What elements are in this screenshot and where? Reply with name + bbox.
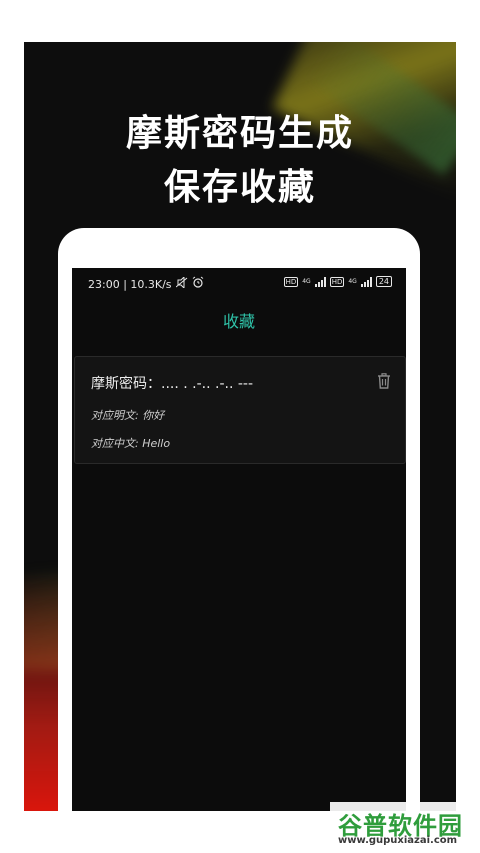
mute-icon xyxy=(175,275,188,292)
page-title: 收藏 xyxy=(222,312,255,331)
hd-icon: HD xyxy=(283,276,299,287)
morse-code-text: 摩斯密码：.... . .-.. .-.. --- xyxy=(91,376,254,392)
battery-level: 24 xyxy=(378,277,389,286)
signal-icon xyxy=(314,276,326,287)
favorite-card[interactable]: 摩斯密码：.... . .-.. .-.. --- 对应明文: 你好 对应中文:… xyxy=(74,356,406,464)
network-label: 4G xyxy=(348,278,357,285)
status-time-speed: 23:00 | 10.3K/s xyxy=(88,277,172,291)
watermark: 谷普软件园 www.gupuxiazai.com xyxy=(330,802,480,853)
status-bar: 23:00 | 10.3K/s HD 4G HD 4G 24 xyxy=(72,268,406,298)
alarm-icon xyxy=(192,276,204,292)
battery-icon: 24 xyxy=(375,276,392,287)
promo-headline: 摩斯密码生成 xyxy=(125,113,354,154)
phone-screen: 23:00 | 10.3K/s HD 4G HD 4G 24 收藏 摩斯密码：.… xyxy=(72,268,406,811)
promo-canvas: 摩斯密码生成 保存收藏 23:00 | 10.3K/s HD 4G HD 4G … xyxy=(24,42,456,811)
trash-icon[interactable] xyxy=(377,373,391,389)
hd-icon: HD xyxy=(329,276,345,287)
plaintext-line: 对应明文: 你好 xyxy=(91,409,165,422)
chinese-line: 对应中文: Hello xyxy=(91,437,171,450)
signal-icon xyxy=(360,276,372,287)
phone-frame: 23:00 | 10.3K/s HD 4G HD 4G 24 收藏 摩斯密码：.… xyxy=(58,228,420,811)
status-right: HD 4G HD 4G 24 xyxy=(283,276,392,287)
status-left: 23:00 | 10.3K/s xyxy=(88,275,204,292)
watermark-url: www.gupuxiazai.com xyxy=(338,835,458,846)
network-label: 4G xyxy=(302,278,311,285)
promo-subheadline: 保存收藏 xyxy=(163,167,316,208)
